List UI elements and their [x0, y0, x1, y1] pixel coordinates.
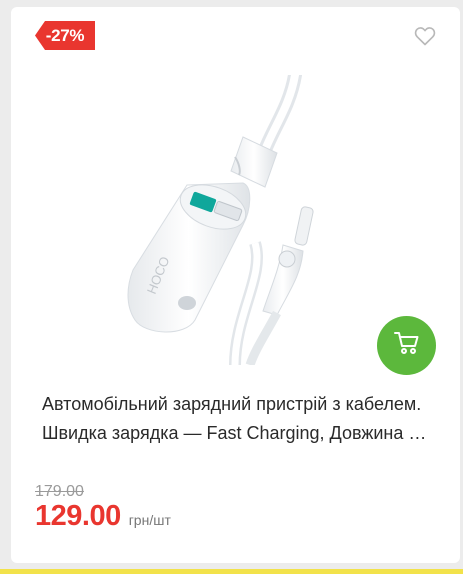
bottom-accent-line	[0, 569, 463, 574]
favorite-heart-icon[interactable]	[413, 24, 437, 48]
price-unit: грн/шт	[128, 512, 171, 528]
cart-icon	[393, 331, 420, 360]
discount-badge: -27%	[35, 21, 95, 50]
product-title-link[interactable]: Автомобільний зарядний пристрій з кабеле…	[42, 390, 432, 448]
product-image[interactable]: HOCO	[115, 68, 350, 367]
old-price: 179.00	[35, 483, 84, 500]
current-price: 129.00	[35, 500, 121, 532]
price-row: 129.00 грн/шт	[35, 500, 171, 533]
add-to-cart-button[interactable]	[377, 316, 436, 375]
